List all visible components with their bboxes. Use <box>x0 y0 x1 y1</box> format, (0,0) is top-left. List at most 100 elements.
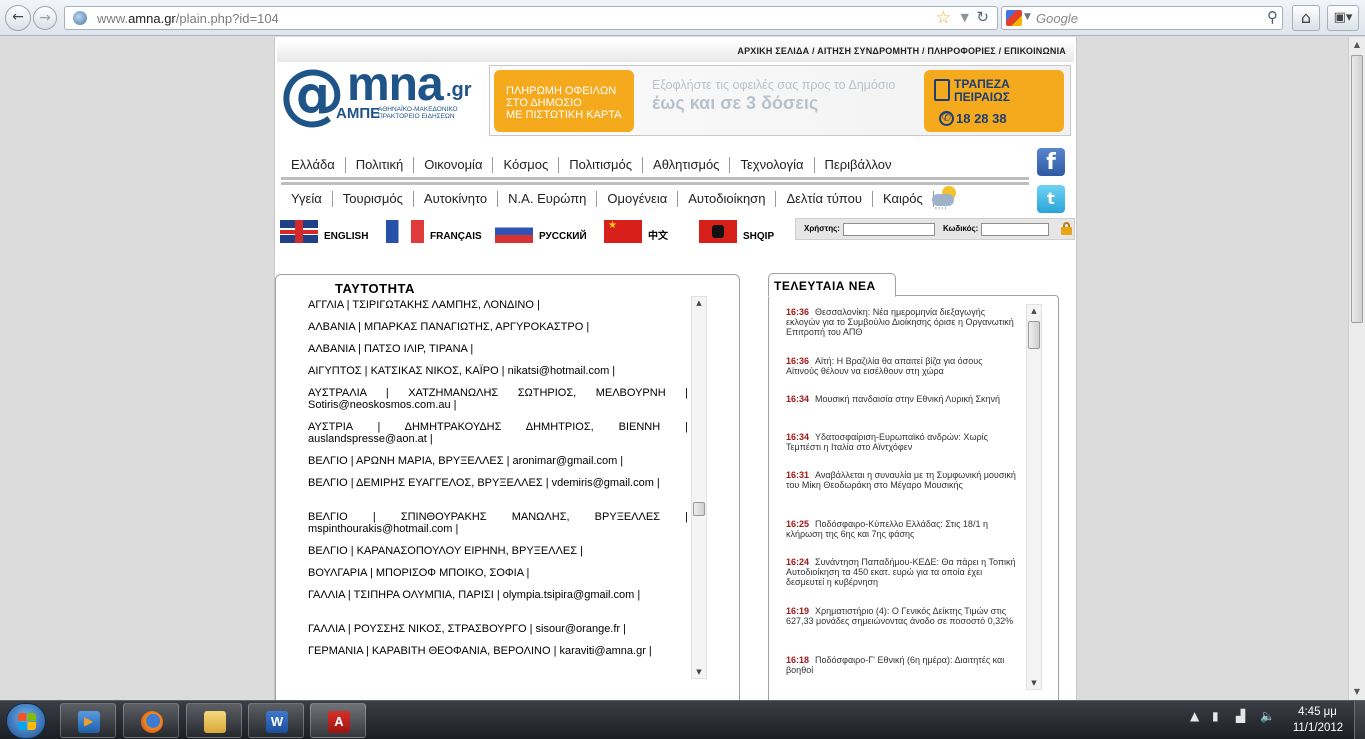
bookmark-star-icon[interactable]: ☆ <box>936 8 951 28</box>
lang-french[interactable]: FRANÇAIS <box>386 217 482 243</box>
firefox-task[interactable] <box>123 703 179 738</box>
scroll-down-icon[interactable]: ▼ <box>1349 684 1365 700</box>
lock-icon[interactable] <box>1061 222 1072 235</box>
menu-item-local-government[interactable]: Αυτοδιοίκηση <box>678 191 777 207</box>
news-item[interactable]: 16:19 Χρηματιστήριο (4): Ο Γενικός Δείκτη… <box>786 606 1016 655</box>
lang-albanian[interactable]: SHQIP <box>699 217 774 243</box>
forward-button[interactable]: → <box>33 6 57 30</box>
scroll-up-icon[interactable]: ▲ <box>1027 307 1041 315</box>
menu-item-economy[interactable]: Οικονομία <box>414 156 494 173</box>
list-item: ΒΕΛΓΙΟ | ΣΠΙΝΘΟΥΡΑΚΗΣ ΜΑΝΩΛΗΣ, ΒΡΥΞΕΛΛΕΣ… <box>308 511 688 535</box>
weather-icon[interactable]: ꞌꞌꞌꞌ <box>930 186 960 215</box>
menu-item-press-releases[interactable]: Δελτία τύπου <box>776 191 873 207</box>
home-button[interactable]: ⌂ <box>1292 5 1320 31</box>
news-item[interactable]: 16:25 Ποδόσφαιρο-Κύπελλο Ελλάδας: Στις 18… <box>786 519 1016 557</box>
menu-item-health[interactable]: Υγεία <box>281 191 333 207</box>
lang-russian[interactable]: РУССКИЙ <box>495 217 587 243</box>
news-item[interactable]: 16:31 Αναβάλλεται η συναυλία με τη Συμφων… <box>786 470 1016 519</box>
window-scroll-thumb[interactable] <box>1351 55 1363 323</box>
news-scrollbar[interactable]: ▲ ▼ <box>1026 304 1042 690</box>
network-icon[interactable]: ▟ <box>1236 709 1245 723</box>
address-bar[interactable]: www.amna.gr/plain.php?id=104 ☆ ▼ ↻ <box>64 6 998 30</box>
menu-item-greece[interactable]: Ελλάδα <box>281 156 346 173</box>
lang-chinese[interactable]: 中文 <box>604 217 668 243</box>
volume-icon[interactable]: 🔈 <box>1260 709 1275 723</box>
reload-icon[interactable]: ↻ <box>976 8 989 26</box>
bookmarks-menu-button[interactable]: ▣▾ <box>1327 5 1359 31</box>
france-flag-icon <box>386 220 424 243</box>
acrobat-task[interactable]: A <box>310 703 366 738</box>
password-input[interactable] <box>981 223 1049 236</box>
twitter-icon[interactable]: t <box>1037 185 1065 213</box>
logo-tld: .gr <box>446 79 472 101</box>
identity-scroll-thumb[interactable] <box>693 502 705 516</box>
menu-item-technology[interactable]: Τεχνολογία <box>730 156 815 173</box>
list-item: ΓΑΛΛΙΑ | ΤΣΙΠΗΡΑ ΟΛΥΜΠΙΑ, ΠΑΡΙΣΙ | olymp… <box>308 589 641 601</box>
ad-banner[interactable]: ΠΛΗΡΩΜΗ ΟΦΕΙΛΩΝ ΣΤΟ ΔΗΜΟΣΙΟ ΜΕ ΠΙΣΤΩΤΙΚΗ… <box>489 65 1071 136</box>
google-icon[interactable] <box>1006 10 1022 26</box>
correspondents-list: ΑΓΓΛΙΑ | ΤΣΙΡΙΓΩΤΑΚΗΣ ΛΑΜΠΗΣ, ΛΟΝΔΙΝΟ | … <box>308 299 688 679</box>
scroll-up-icon[interactable]: ▲ <box>692 299 706 307</box>
search-placeholder[interactable]: Google <box>1036 11 1078 26</box>
word-task[interactable]: W <box>248 703 304 738</box>
list-item: ΓΑΛΛΙΑ | ΡΟΥΣΣΗΣ ΝΙΚΟΣ, ΣΤΡΑΣΒΟΥΡΓΟ | si… <box>308 623 627 635</box>
taskbar: W A ▲ ▮ ▟ 🔈 4:45 μμ 11/1/2012 <box>0 700 1365 739</box>
scroll-up-icon[interactable]: ▲ <box>1349 37 1365 53</box>
latest-news-tab[interactable]: ΤΕΛΕΥΤΑΙΑ ΝΕΑ <box>768 273 896 297</box>
identity-scrollbar[interactable]: ▲ ▼ <box>691 296 707 679</box>
show-hidden-icons-icon[interactable]: ▲ <box>1190 709 1199 723</box>
site-logo[interactable]: @ mna .gr ΑΜΠΕ ΑΘΗΝΑΪΚΟ-ΜΑΚΕΔΟΝΙΚΟ ΠΡΑΚΤΟ… <box>279 55 479 132</box>
banner-headline: έως και σε 3 δόσεις <box>652 93 819 113</box>
list-item: ΒΕΛΓΙΟ | ΔΕΜΙΡΗΣ ΕΥΑΓΓΕΛΟΣ, ΒΡΥΞΕΛΛΕΣ | … <box>308 477 660 489</box>
history-dropdown-icon[interactable]: ▼ <box>961 11 969 24</box>
menu-item-tourism[interactable]: Τουρισμός <box>333 191 414 207</box>
secondary-menu: Υγεία Τουρισμός Αυτοκίνητο Ν.Α. Ευρώπη Ο… <box>281 182 1029 215</box>
phone-icon: ✆ <box>939 111 954 126</box>
news-item[interactable]: 16:34 Μουσική πανδαισία στην Εθνική Λυρικ… <box>786 394 1016 432</box>
menu-item-politics[interactable]: Πολιτική <box>346 156 415 173</box>
menu-item-culture[interactable]: Πολιτισμός <box>559 156 644 173</box>
clock-time[interactable]: 4:45 μμ <box>1295 706 1340 718</box>
username-input[interactable] <box>843 223 935 236</box>
menu-item-sports[interactable]: Αθλητισμός <box>643 156 731 173</box>
list-item: ΑΛΒΑΝΙΑ | ΜΠΑΡΚΑΣ ΠΑΝΑΓΙΩΤΗΣ, ΑΡΓΥΡΟΚΑΣΤ… <box>308 321 590 333</box>
facebook-icon[interactable]: f <box>1037 148 1065 176</box>
lang-english[interactable]: ENGLISH <box>280 217 368 243</box>
menu-item-environment[interactable]: Περιβάλλον <box>815 157 902 173</box>
list-item: ΒΕΛΓΙΟ | ΚΑΡΑΝΑΣΟΠΟΥΛΟΥ ΕΙΡΗΝΗ, ΒΡΥΞΕΛΛΕ… <box>308 545 583 557</box>
news-scroll-thumb[interactable] <box>1028 321 1040 349</box>
menu-item-se-europe[interactable]: Ν.Α. Ευρώπη <box>498 191 598 207</box>
explorer-task[interactable] <box>186 703 242 738</box>
list-item: ΑΥΣΤΡΙΑ | ΔΗΜΗΤΡΑΚΟΥΔΗΣ ΔΗΜΗΤΡΙΟΣ, ΒΙΕΝΝ… <box>308 421 688 445</box>
start-button[interactable] <box>6 703 46 739</box>
news-item[interactable]: 16:18 Ποδόσφαιρο-Γ' Εθνική (6η ημέρα): Δι… <box>786 655 1016 679</box>
news-item[interactable]: 16:24 Συνάντηση Παπαδήμου-ΚΕΔΕ: Θα πάρει … <box>786 557 1016 606</box>
news-item[interactable]: 16:36 Αϊτή: Η Βραζιλία θα απαιτεί βίζα γι… <box>786 356 1016 394</box>
media-player-task[interactable] <box>60 703 116 738</box>
lang-label: ENGLISH <box>324 231 369 242</box>
back-button[interactable]: ← <box>5 5 31 31</box>
menu-item-car[interactable]: Αυτοκίνητο <box>414 191 499 207</box>
firefox-icon <box>141 711 163 733</box>
site-globe-icon <box>73 11 87 25</box>
news-item[interactable]: 16:34 Υδατοσφαίριση-Ευρωπαϊκό ανδρών: Χωρ… <box>786 432 1016 470</box>
device-icon[interactable]: ▮ <box>1212 709 1219 723</box>
search-icon[interactable]: ⚲ <box>1267 8 1278 26</box>
menu-item-diaspora[interactable]: Ομογένεια <box>597 191 679 207</box>
search-box[interactable]: ▼ Google ⚲ <box>1001 6 1283 30</box>
acrobat-icon: A <box>328 711 350 733</box>
news-item[interactable]: 16:36 Θεσσαλονίκη: Νέα ημερομηνία διεξαγω… <box>786 307 1016 356</box>
show-desktop-button[interactable] <box>1354 701 1365 739</box>
clock-date[interactable]: 11/1/2012 <box>1288 722 1348 734</box>
bank-name: ΤΡΑΠΕΖΑ ΠΕΙΡΑΙΩΣ <box>954 77 1010 104</box>
lang-label: РУССКИЙ <box>539 231 587 242</box>
menu-item-weather[interactable]: Καιρός <box>873 191 934 207</box>
search-engine-dropdown-icon[interactable]: ▼ <box>1024 12 1031 22</box>
scroll-down-icon[interactable]: ▼ <box>1027 679 1041 687</box>
bank-phone: 18 28 38 <box>956 111 1007 126</box>
window-scrollbar[interactable]: ▲ ▼ <box>1348 37 1365 700</box>
url-text[interactable]: www.amna.gr/plain.php?id=104 <box>97 11 279 26</box>
scroll-down-icon[interactable]: ▼ <box>692 668 706 676</box>
login-form: Χρήστης: Κωδικός: <box>795 218 1075 240</box>
menu-item-world[interactable]: Κόσμος <box>493 156 560 173</box>
